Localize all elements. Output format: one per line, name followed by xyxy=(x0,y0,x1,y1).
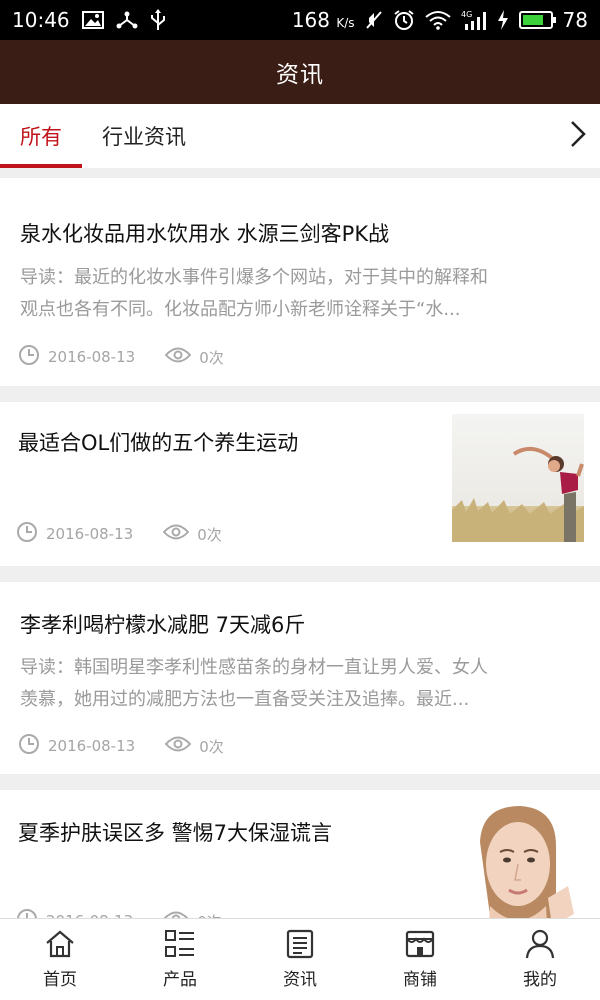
clock-icon xyxy=(18,344,40,370)
article-list: 泉水化妆品用水饮用水 水源三剑客PK战 导读：最近的化妆水事件引爆多个网站，对于… xyxy=(0,178,600,970)
nav-label: 商铺 xyxy=(403,970,437,990)
article-views: 0次 xyxy=(199,737,224,756)
article-title: 泉水化妆品用水饮用水 水源三剑客PK战 xyxy=(20,222,390,246)
status-time: 10:46 xyxy=(12,8,70,32)
article-views: 0次 xyxy=(199,348,224,367)
article-card[interactable]: 李孝利喝柠檬水减肥 7天减6斤 导读：韩国明星李孝利性感苗条的身材一直让男人爱、… xyxy=(0,582,600,774)
article-thumbnail xyxy=(452,414,584,542)
woman-stretching-photo xyxy=(452,414,584,542)
nav-shop[interactable]: 商铺 xyxy=(360,919,480,1000)
status-bar: 10:46 168 K/s 4G 78 xyxy=(0,0,600,40)
article-summary: 羡慕，她用过的减肥方法也一直备受关注及追捧。最近... xyxy=(20,689,470,710)
article-views: 0次 xyxy=(197,525,222,544)
active-tab-indicator xyxy=(0,164,82,168)
shop-icon xyxy=(404,929,436,959)
home-icon xyxy=(44,929,76,959)
nav-label: 资讯 xyxy=(283,970,317,990)
tab-label: 行业资讯 xyxy=(102,125,186,149)
nav-label: 首页 xyxy=(43,970,77,990)
tabs-more-button[interactable] xyxy=(556,104,600,168)
signal-4g-icon: 4G xyxy=(461,9,487,31)
eye-icon xyxy=(164,346,192,368)
image-icon xyxy=(81,11,104,29)
nav-home[interactable]: 首页 xyxy=(0,919,120,1000)
app-header: 资讯 xyxy=(0,40,600,104)
tab-label: 所有 xyxy=(20,125,62,149)
clock-icon xyxy=(18,733,40,759)
network-speed-unit: K/s xyxy=(336,16,355,30)
network-speed: 168 xyxy=(291,8,331,32)
tab-industry-news[interactable]: 行业资讯 xyxy=(82,104,206,168)
charging-icon xyxy=(497,10,509,30)
user-icon xyxy=(524,929,556,959)
page-title: 资讯 xyxy=(276,62,324,88)
article-summary: 观点也各有不同。化妆品配方师小新老师诠释关于“水... xyxy=(20,299,461,320)
clock-icon xyxy=(16,521,38,547)
nav-label: 产品 xyxy=(163,970,197,990)
battery-icon xyxy=(518,11,556,29)
article-summary: 导读：最近的化妆水事件引爆多个网站，对于其中的解释和 xyxy=(20,267,488,288)
article-title: 最适合OL们做的五个养生运动 xyxy=(18,431,299,455)
article-summary: 导读：韩国明星李孝利性感苗条的身材一直让男人爱、女人 xyxy=(20,657,488,678)
eye-icon xyxy=(162,523,190,545)
wifi-icon xyxy=(424,10,451,30)
news-icon xyxy=(284,929,316,959)
article-date: 2016-08-13 xyxy=(48,737,136,755)
mute-icon xyxy=(365,10,383,30)
chevron-right-icon xyxy=(568,119,588,153)
product-list-icon xyxy=(164,929,196,959)
alarm-icon xyxy=(393,9,415,31)
nav-me[interactable]: 我的 xyxy=(480,919,600,1000)
svg-text:4G: 4G xyxy=(461,10,472,19)
nav-label: 我的 xyxy=(523,970,557,990)
usb-icon xyxy=(150,9,166,31)
bottom-navigation: 首页 产品 资讯 商铺 我的 xyxy=(0,918,600,1000)
battery-level: 78 xyxy=(562,8,588,32)
article-card[interactable]: 最适合OL们做的五个养生运动 2016-08-13 0次 xyxy=(0,402,600,566)
article-title: 李孝利喝柠檬水减肥 7天减6斤 xyxy=(20,613,306,637)
article-date: 2016-08-13 xyxy=(48,348,136,366)
eye-icon xyxy=(164,735,192,757)
nav-products[interactable]: 产品 xyxy=(120,919,240,1000)
article-card[interactable]: 泉水化妆品用水饮用水 水源三剑客PK战 导读：最近的化妆水事件引爆多个网站，对于… xyxy=(0,178,600,386)
category-tabs: 所有 行业资讯 xyxy=(0,104,600,168)
article-title: 夏季护肤误区多 警惕7大保湿谎言 xyxy=(18,821,333,845)
tab-all[interactable]: 所有 xyxy=(0,104,82,168)
network-share-icon xyxy=(116,10,138,30)
nav-news[interactable]: 资讯 xyxy=(240,919,360,1000)
article-date: 2016-08-13 xyxy=(46,525,134,543)
